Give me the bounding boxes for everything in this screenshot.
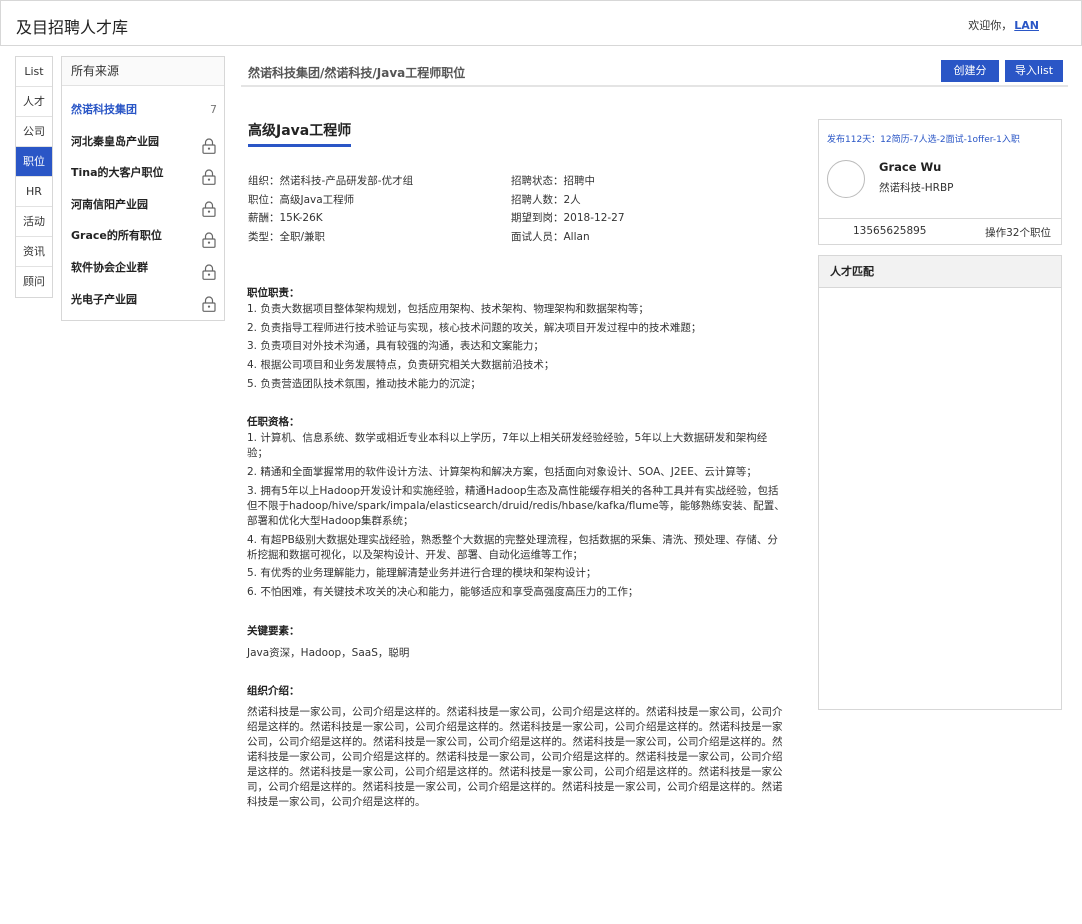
user-name-link[interactable]: LAN [1014, 19, 1039, 32]
toolbar-divider [241, 85, 1068, 87]
nav-item-5[interactable]: 活动 [16, 207, 52, 237]
talent-match-panel: 人才匹配 [818, 255, 1062, 710]
requirement-item: 6. 不怕困难，有关键技术攻关的决心和能力，能够适应和享受高强度高压力的工作； [247, 585, 639, 598]
avatar [827, 160, 865, 198]
job-info-left: 组织：然诺科技-产品研发部-优才组 职位：高级Java工程师 薪酬：15K-26K 类… [248, 172, 413, 247]
job-info-line: 组织：然诺科技-产品研发部-优才组 [248, 175, 414, 187]
job-info-line: 招聘人数：2人 [511, 193, 581, 206]
job-info-line: 期望到岗：2018-12-27 [511, 212, 625, 225]
nav-item-4[interactable]: HR [16, 177, 52, 207]
source-item[interactable]: 软件协会企业群 [62, 252, 224, 284]
org-intro-text: 然诺科技是一家公司，公司介绍是这样的。然诺科技是一家公司，公司介绍是这样的。然诺… [247, 706, 783, 809]
nav-item-7[interactable]: 顾问 [16, 267, 52, 297]
keywords-title: 关键要素： [247, 624, 300, 637]
source-item-label: Grace的所有职位 [71, 229, 162, 243]
source-item-label: 光电子产业园 [71, 292, 137, 306]
nav-item-3[interactable]: 职位 [16, 147, 52, 177]
hr-phone: 13565625895 [853, 225, 927, 237]
job-stats[interactable]: 发布112天：12简历-7人选-2面试-1offer-1入职 [827, 132, 1020, 145]
lock-icon [202, 166, 216, 186]
source-item-label: Tina的大客户职位 [71, 166, 164, 180]
requirements-title: 任职资格： [247, 416, 300, 429]
job-info-right: 招聘状态：招聘中 招聘人数：2人期望到岗：2018-12-27 面试人员：Allan [511, 172, 625, 247]
job-info-line: 类型：全职/兼职 [248, 231, 326, 244]
requirement-item: 5. 有优秀的业务理解能力，能理解清楚业务并进行合理的模块和架构设计； [247, 567, 597, 580]
left-nav: List 人才 公司 职位 HR 活动 资讯 顾问 [15, 56, 53, 298]
duties-list: 1. 负责大数据项目整体架构规划，包括应用架构、技术架构、物理架构和数据架构等；… [247, 302, 787, 392]
source-item[interactable]: 然诺科技集团 7 [62, 94, 224, 126]
source-item[interactable]: 河北秦皇岛产业园 [62, 126, 224, 158]
operations-link[interactable]: 操作32个职位 [985, 225, 1051, 240]
source-item-label: 然诺科技集团 [71, 103, 137, 116]
job-info-line: 薪酬：15K-26K [248, 212, 323, 225]
lock-icon [202, 229, 216, 249]
source-item[interactable]: Grace的所有职位 [62, 220, 224, 252]
duty-item: 3. 负责项目对外技术沟通，具有较强的沟通，表达和文案能力； [247, 340, 544, 353]
nav-item-2[interactable]: 公司 [16, 117, 52, 147]
job-info-line: 招聘状态：招聘中 [511, 175, 595, 187]
source-item[interactable]: 光电子产业园 [62, 284, 224, 316]
sources-list: 然诺科技集团 7 河北秦皇岛产业园 Tina的大客户职位 河南信阳产业园 Grace的所有… [62, 86, 224, 315]
job-info-line: 职位：高级Java工程师 [248, 193, 355, 206]
duty-item: 4. 根据公司项目和业务发展特点，负责研究相关大数据前沿技术； [247, 359, 555, 372]
nav-item-1[interactable]: 人才 [16, 87, 52, 117]
requirement-item: 1. 计算机、信息系统、数学或相近专业本科以上学历，7年以上相关研发经验经验，5… [247, 432, 768, 460]
duty-item: 1. 负责大数据项目整体架构规划，包括应用架构、技术架构、物理架构和数据架构等； [247, 303, 649, 315]
duty-item: 2. 负责指导工程师进行技术验证与实现，核心技术问题的攻关，解决项目开发过程中的… [247, 321, 702, 334]
requirement-item: 3. 拥有5年以上Hadoop开发设计和实施经验，精通Hadoop生态及高性能缓… [247, 484, 785, 527]
source-item-label: 河北秦皇岛产业园 [71, 134, 159, 148]
source-item[interactable]: 河南信阳产业园 [62, 189, 224, 221]
welcome-text: 欢迎你， [968, 19, 1013, 32]
nav-item-6[interactable]: 资讯 [16, 237, 52, 267]
source-item[interactable]: Tina的大客户职位 [62, 157, 224, 189]
source-item-label: 软件协会企业群 [71, 260, 148, 274]
source-item-label: 河南信阳产业园 [71, 197, 148, 211]
hr-name: Grace Wu [879, 160, 942, 174]
lock-icon [202, 261, 216, 280]
keywords-text: Java资深，Hadoop，SaaS，聪明 [247, 646, 410, 659]
duty-item: 5. 负责营造团队技术氛围，推动技术能力的沉淀； [247, 377, 481, 390]
hr-card: 发布112天：12简历-7人选-2面试-1offer-1入职 Grace Wu … [818, 119, 1062, 245]
lock-icon [202, 198, 216, 217]
lock-icon [202, 293, 216, 312]
sources-header: 所有来源 [62, 57, 224, 86]
nav-item-0[interactable]: List [16, 57, 52, 87]
requirement-item: 4. 有超PB级别大数据处理实战经验，熟悉整个大数据的完整处理流程，包括数据的采… [247, 533, 778, 561]
job-title: 高级Java工程师 [248, 120, 352, 147]
job-info-line: 面试人员：Allan [511, 231, 590, 244]
welcome-area: 欢迎你， LAN [968, 17, 1039, 33]
source-count: 7 [210, 103, 217, 116]
requirement-item: 2. 精通和全面掌握常用的软件设计方法、计算架构和解决方案，包括面向对象设计、S… [247, 466, 757, 479]
lock-icon [202, 135, 216, 154]
card-divider [819, 218, 1061, 219]
requirements-list: 1. 计算机、信息系统、数学或相近专业本科以上学历，7年以上相关研发经验经验，5… [247, 431, 787, 599]
breadcrumb: 然诺科技集团/然诺科技/Java工程师职位 [248, 66, 466, 80]
talent-match-title: 人才匹配 [819, 256, 1061, 288]
hr-role: 然诺科技-HRBP [879, 182, 954, 194]
app-title: 及目招聘人才库 [16, 18, 129, 37]
org-intro-title: 组织介绍： [247, 685, 300, 698]
import-list-button[interactable]: 导入list [1005, 60, 1063, 82]
job-description: 职位职责： 1. 负责大数据项目整体架构规划，包括应用架构、技术架构、物理架构和… [247, 284, 787, 814]
duties-title: 职位职责： [247, 287, 300, 299]
top-header: 及目招聘人才库 欢迎你， LAN [0, 0, 1082, 46]
sources-panel: 所有来源 然诺科技集团 7 河北秦皇岛产业园 Tina的大客户职位 河南信阳产业园 Gra… [61, 56, 225, 321]
create-group-button[interactable]: 创建分组 [941, 60, 999, 99]
